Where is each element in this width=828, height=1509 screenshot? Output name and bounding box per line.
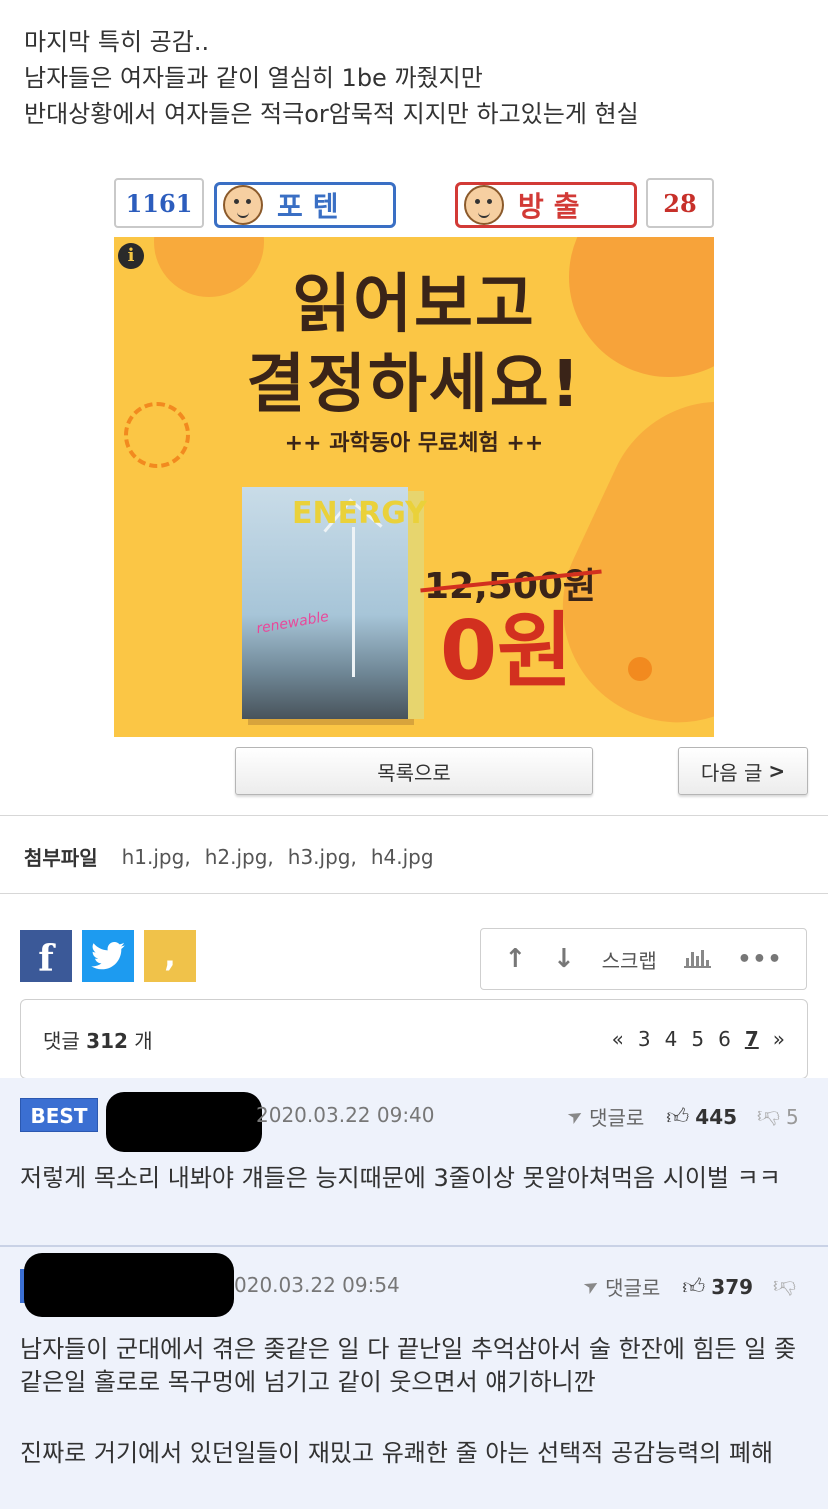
pager-last-button[interactable]: » [773, 1027, 785, 1051]
arrow-up-icon[interactable]: ↑ [504, 944, 526, 974]
upvote-label: 포텐 [277, 190, 349, 223]
magazine-subtitle: renewable [255, 608, 331, 638]
thumbs-down-icon[interactable]: 👍︎ [757, 1103, 780, 1130]
thumbs-down-icon[interactable]: 👍︎ [773, 1273, 796, 1300]
comment-up-count: 379 [711, 1274, 754, 1299]
attachment-link[interactable]: h4.jpg [371, 845, 434, 869]
next-post-button[interactable]: 다음 글 > [678, 747, 808, 795]
chevron-right-icon: > [768, 759, 786, 783]
twitter-icon [91, 942, 125, 970]
comment-date: 020.03.22 09:54 [234, 1273, 400, 1297]
post-line: 마지막 특히 공감.. [24, 28, 210, 56]
attachment-link[interactable]: h2.jpg [205, 845, 268, 869]
comment-body-paragraph: 남자들이 군대에서 겪은 좆같은 일 다 끝난일 추억삼아서 술 한잔에 힘든 … [20, 1335, 797, 1396]
comment-down-count: 5 [786, 1104, 799, 1129]
more-icon[interactable]: ••• [737, 947, 782, 972]
attachments: 첨부파일 h1.jpg, h2.jpg, h3.jpg, h4.jpg [24, 842, 434, 871]
thumbs-up-face-icon [223, 185, 263, 225]
post-line: 반대상황에서 여자들은 적극or암묵적 지지만 하고있는게 현실 [24, 100, 639, 128]
reply-arrow-icon: ➤ [563, 1103, 588, 1130]
redacted-username [24, 1253, 234, 1317]
comment-count: 댓글 312 개 [43, 1028, 153, 1053]
comment-pager: « 3 4 5 6 7 » [612, 1027, 785, 1051]
facebook-share-button[interactable]: f [20, 930, 72, 982]
magazine-cover: ENERGY renewable [242, 487, 427, 719]
reply-button[interactable]: 댓글로 [589, 1102, 644, 1131]
attachment-link[interactable]: h3.jpg [288, 845, 351, 869]
post-line: 남자들은 여자들과 같이 열심히 1be 까줬지만 [24, 64, 483, 92]
facebook-icon: f [38, 938, 54, 980]
comment-item: 020.03.22 09:54 ➤ 댓글로 👍︎ 379 👍︎ 남자들이 군대에… [0, 1247, 828, 1509]
downvote-label: 방출 [518, 190, 590, 223]
pager-page[interactable]: 5 [691, 1027, 704, 1051]
kakaostory-icon: , [164, 938, 176, 974]
ad-headline: 읽어보고 [292, 268, 536, 342]
best-badge: BEST [20, 1098, 98, 1132]
ad-info-icon[interactable]: i [118, 243, 144, 269]
next-post-label: 다음 글 [700, 760, 763, 785]
ad-headline: 결정하세요! [246, 348, 582, 422]
comment-body-paragraph: 진짜로 거기에서 있던일들이 재밌고 유쾌한 줄 아는 선택적 공감능력의 폐해 [20, 1439, 774, 1467]
pager-first-button[interactable]: « [612, 1027, 624, 1051]
thumbs-down-face-icon [464, 185, 504, 225]
downvote-count: 28 [646, 178, 714, 228]
magazine-title: ENERGY [292, 496, 427, 531]
comment-body: 저렇게 목소리 내봐야 걔들은 능지때문에 3줄이상 못알아쳐먹음 시이벌 ㅋㅋ [20, 1164, 781, 1192]
reply-button[interactable]: 댓글로 [605, 1272, 660, 1301]
ad-new-price: 0원 [440, 604, 573, 699]
pager-page[interactable]: 4 [665, 1027, 678, 1051]
downvote-button[interactable]: 방출 [455, 182, 637, 228]
comment-actions: ➤ 댓글로 👍︎ 445 👍︎ 5 [564, 1102, 799, 1131]
ad-banner[interactable]: i 읽어보고 결정하세요! ++ 과학동아 무료체험 ++ ENERGY ren… [114, 237, 714, 737]
redacted-username [106, 1092, 262, 1152]
ad-old-price: 12,500원 [424, 557, 596, 609]
upvote-button[interactable]: 포텐 [214, 182, 396, 228]
post-body: 마지막 특히 공감.. 남자들은 여자들과 같이 열심히 1be 까줬지만 반대… [24, 24, 639, 132]
scrap-button[interactable]: 스크랩 [602, 945, 657, 974]
attachments-label: 첨부파일 [24, 846, 98, 870]
thumbs-up-icon[interactable]: 👍︎ [666, 1103, 689, 1130]
kakaostory-share-button[interactable]: , [144, 930, 196, 982]
reply-arrow-icon: ➤ [579, 1273, 604, 1300]
comment-actions: ➤ 댓글로 👍︎ 379 👍︎ [580, 1272, 802, 1301]
comment-header: 댓글 312 개 « 3 4 5 6 7 » [20, 999, 808, 1079]
list-button[interactable]: 목록으로 [235, 747, 593, 795]
pager-page[interactable]: 6 [718, 1027, 731, 1051]
post-tools: ↑ ↓ 스크랩 ••• [480, 928, 807, 990]
list-button-label: 목록으로 [377, 760, 451, 785]
pager-current-page[interactable]: 7 [745, 1027, 759, 1051]
stats-chart-icon[interactable] [683, 950, 711, 968]
comment-date: 2020.03.22 09:40 [256, 1103, 435, 1127]
attachment-link[interactable]: h1.jpg [122, 845, 185, 869]
arrow-down-icon[interactable]: ↓ [553, 944, 575, 974]
divider [0, 815, 828, 816]
ad-subtitle: ++ 과학동아 무료체험 ++ [284, 431, 544, 456]
comment-item: BEST 2020.03.22 09:40 ➤ 댓글로 👍︎ 445 👍︎ 5 … [0, 1078, 828, 1246]
twitter-share-button[interactable] [82, 930, 134, 982]
thumbs-up-icon[interactable]: 👍︎ [682, 1273, 705, 1300]
comment-up-count: 445 [695, 1104, 738, 1129]
pager-page[interactable]: 3 [638, 1027, 651, 1051]
upvote-count: 1161 [114, 178, 204, 228]
divider [0, 893, 828, 894]
